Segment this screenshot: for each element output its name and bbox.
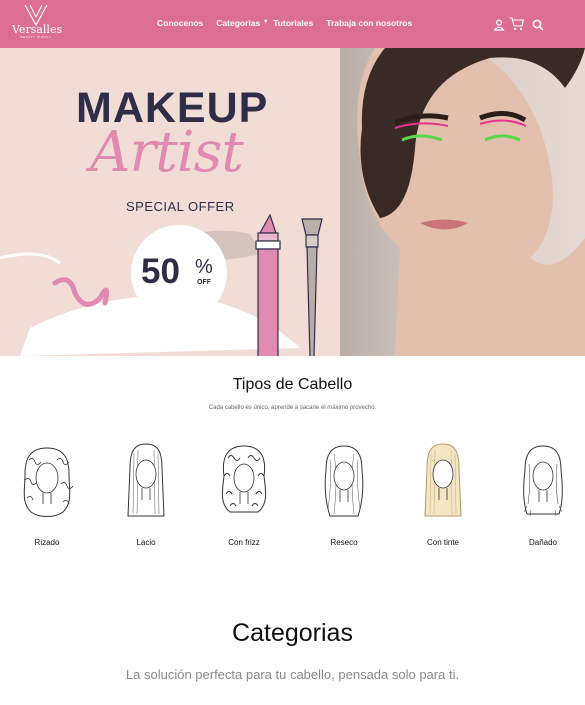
discount-badge: 50 % OFF [131,225,227,321]
nav-item-conocenos[interactable]: Conocenos [157,18,203,28]
damaged-hair-icon [523,445,563,517]
hair-type-label: Con tinte [426,538,460,547]
hair-types-subtitle: Cada cabello es único, aprende a sacarle… [208,405,377,411]
categories-subtitle: La solución perfecta para tu cabello, pe… [125,667,460,682]
main-menu: Conocenos Categorias ▾ Tutoriales Trabaj… [157,18,412,28]
hair-type-danado[interactable]: Dañado [508,440,578,552]
hero-model-photo [340,48,585,356]
nav-item-tutoriales[interactable]: Tutoriales [273,18,313,28]
hair-type-label: Con frizz [228,538,260,547]
lipstick-brush-illustration [255,213,323,356]
hair-type-lacio[interactable]: Lacio [111,440,181,552]
hair-type-rizado[interactable]: Rizado [12,440,82,552]
nav-item-categorias[interactable]: Categorias [216,18,260,28]
categories-title: Categorias [232,619,353,647]
dry-hair-icon [324,445,364,517]
search-icon[interactable] [532,18,544,36]
hero-banner[interactable]: MAKEUP Artist SPECIAL OFFER 50 % OFF [0,48,585,356]
hair-types-title: Tipos de Cabello [232,376,353,393]
straight-hair-icon [127,443,165,517]
hair-type-label: Reseco [330,538,358,547]
hero-script-title: Artist [90,120,244,185]
hair-type-label: Dañado [528,538,558,547]
frizzy-hair-icon [221,445,267,513]
brand-name: Versalles [12,23,63,36]
hair-type-con-frizz[interactable]: Con frizz [209,440,279,552]
curly-hair-icon [23,447,74,517]
nav-icons [493,17,544,36]
hair-type-con-tinte[interactable]: Con tinte [408,440,478,552]
hair-type-label: Lacio [136,538,156,547]
hair-type-reseco[interactable]: Reseco [309,440,379,552]
user-icon[interactable] [493,18,505,36]
top-navbar: Versalles BEAUTY SUPPLY Conocenos Catego… [0,0,585,48]
hair-type-label: Rizado [34,538,60,547]
discount-number: 50 [141,252,180,291]
dyed-hair-icon [424,443,462,517]
cart-icon[interactable] [509,17,524,36]
hero-offer-text: SPECIAL OFFER [126,199,235,214]
chevron-down-icon[interactable]: ▾ [264,18,267,28]
discount-off: OFF [197,279,211,286]
discount-percent: % [195,256,213,278]
brand-logo[interactable]: Versalles BEAUTY SUPPLY [12,4,63,44]
nav-item-trabaja[interactable]: Trabaja con nosotros [326,18,412,28]
